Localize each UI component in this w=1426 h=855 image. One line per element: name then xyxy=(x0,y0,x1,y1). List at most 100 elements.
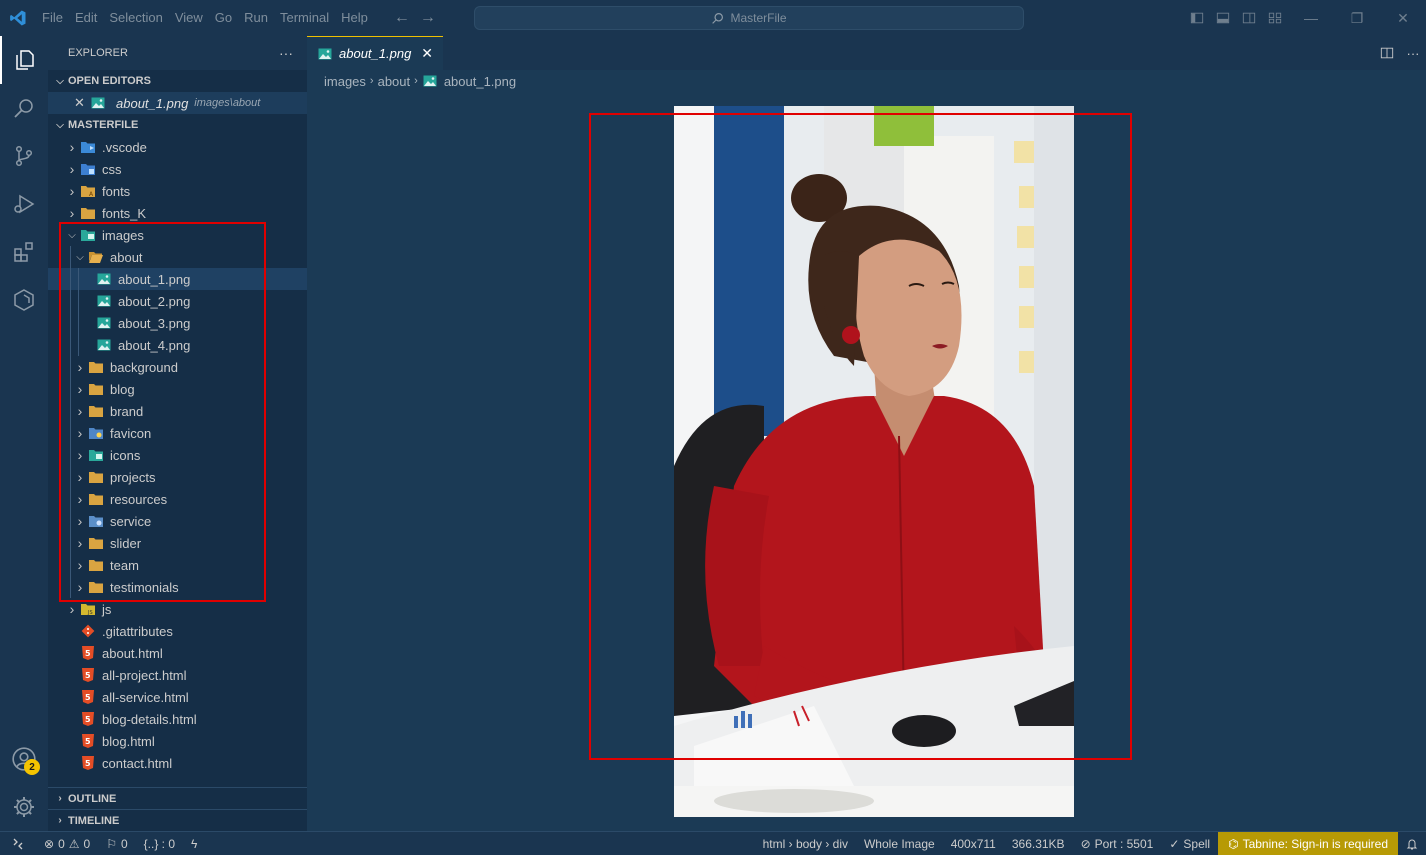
more-editor-actions-icon[interactable]: ··· xyxy=(1400,35,1426,71)
customize-layout-icon[interactable] xyxy=(1262,0,1288,36)
notifications-bell-icon[interactable] xyxy=(1398,832,1426,855)
project-label: MASTERFILE xyxy=(68,119,139,131)
breadcrumb-images[interactable]: images xyxy=(324,74,366,89)
menu-item-go[interactable]: Go xyxy=(209,0,238,36)
folder-css-icon xyxy=(80,161,96,177)
command-center-search[interactable]: MasterFile xyxy=(474,6,1024,30)
menu-item-selection[interactable]: Selection xyxy=(103,0,168,36)
breadcrumb-about[interactable]: about xyxy=(378,74,411,89)
run-debug-icon[interactable] xyxy=(0,180,48,228)
split-editor-icon[interactable] xyxy=(1374,35,1400,71)
menu-item-view[interactable]: View xyxy=(169,0,209,36)
spell-indicator[interactable]: ✓ Spell xyxy=(1161,832,1218,855)
tree-file-item[interactable]: 5 all-service.html xyxy=(48,686,307,708)
outline-section[interactable]: › OUTLINE xyxy=(48,787,307,809)
manage-gear-icon[interactable] xyxy=(0,783,48,831)
tree-file-item[interactable]: 5index-2.html xyxy=(48,774,307,776)
chevron-right-icon: › xyxy=(58,793,62,804)
warning-icon: ⚠ xyxy=(68,836,80,851)
minimize-icon[interactable]: — xyxy=(1288,0,1334,36)
tree-file-item[interactable]: 5 about.html xyxy=(48,642,307,664)
menu-bar: File Edit Selection View Go Run Terminal Help xyxy=(36,0,374,36)
open-editors-label: OPEN EDITORS xyxy=(68,75,151,87)
source-control-icon[interactable] xyxy=(0,132,48,180)
html5-icon: 5 xyxy=(80,755,96,771)
chevron-right-icon: › xyxy=(69,601,75,617)
tree-item-label: .gitattributes xyxy=(102,623,173,639)
folder-icon xyxy=(80,205,96,221)
close-tab-icon[interactable]: ✕ xyxy=(421,45,433,62)
breadcrumb: images › about › about_1.png xyxy=(307,70,1426,92)
tree-folder-item[interactable]: › css xyxy=(48,158,307,180)
menu-item-help[interactable]: Help xyxy=(335,0,374,36)
open-editor-item[interactable]: ✕ about_1.png images\about xyxy=(48,92,307,114)
close-window-icon[interactable]: ✕ xyxy=(1380,0,1426,36)
tree-folder-item[interactable]: › fonts_K xyxy=(48,202,307,224)
html5-icon: 5 xyxy=(80,711,96,727)
ports-indicator[interactable]: ⚐ 0 xyxy=(98,832,135,855)
search-icon[interactable] xyxy=(0,84,48,132)
svg-text:5: 5 xyxy=(85,715,91,724)
extensions-icon[interactable] xyxy=(0,228,48,276)
tree-item-label: css xyxy=(102,161,122,177)
restore-icon[interactable]: ❐ xyxy=(1334,0,1380,36)
explorer-icon[interactable] xyxy=(0,36,48,84)
error-icon: ⊗ xyxy=(44,836,55,851)
svg-text:5: 5 xyxy=(85,649,91,658)
tabnine-text: Tabnine: Sign-in is required xyxy=(1242,837,1388,851)
tree-folder-item[interactable]: › .vscode xyxy=(48,136,307,158)
timeline-section[interactable]: › TIMELINE xyxy=(48,809,307,831)
image-file-icon xyxy=(422,73,438,89)
lightning-icon[interactable]: ϟ xyxy=(183,832,205,855)
open-editor-name: about_1.png xyxy=(116,95,189,111)
tree-file-item[interactable]: 5 contact.html xyxy=(48,752,307,774)
explorer-header: EXPLORER ··· xyxy=(48,36,307,70)
live-server-port[interactable]: ⊘ Port : 5501 xyxy=(1073,832,1162,855)
tree-file-item[interactable]: 5 all-project.html xyxy=(48,664,307,686)
remote-explorer-icon[interactable] xyxy=(0,276,48,324)
search-icon xyxy=(712,12,724,24)
breadcrumb-file[interactable]: about_1.png xyxy=(444,74,516,89)
accounts-icon[interactable]: 2 xyxy=(0,735,48,783)
tree-item-label: js xyxy=(102,601,112,617)
tree-file-item[interactable]: .gitattributes xyxy=(48,620,307,642)
folder-font-icon: A xyxy=(80,183,96,199)
chevron-right-icon: › xyxy=(69,183,75,199)
braces-indicator[interactable]: {..} : 0 xyxy=(136,832,183,855)
menu-item-file[interactable]: File xyxy=(36,0,69,36)
masterfile-section[interactable]: ⌵ MASTERFILE xyxy=(48,114,307,136)
tabnine-status[interactable]: ⌬ Tabnine: Sign-in is required xyxy=(1218,832,1398,855)
tree-item-label: blog.html xyxy=(102,733,155,749)
menu-item-edit[interactable]: Edit xyxy=(69,0,103,36)
menu-item-terminal[interactable]: Terminal xyxy=(274,0,335,36)
svg-text:5: 5 xyxy=(85,693,91,702)
forward-arrow-icon[interactable]: → xyxy=(420,9,436,27)
toggle-secondary-sidebar-icon[interactable] xyxy=(1236,0,1262,36)
back-arrow-icon[interactable]: ← xyxy=(394,9,410,27)
tree-item-label: all-project.html xyxy=(102,667,187,683)
open-editors-section[interactable]: ⌵ OPEN EDITORS xyxy=(48,70,307,92)
timeline-label: TIMELINE xyxy=(68,814,120,827)
tree-file-item[interactable]: 5 blog-details.html xyxy=(48,708,307,730)
no-entry-icon: ⊘ xyxy=(1080,837,1091,851)
remote-indicator-icon[interactable] xyxy=(0,832,36,855)
svg-text:5: 5 xyxy=(85,759,91,768)
tree-folder-item[interactable]: › Afonts xyxy=(48,180,307,202)
svg-text:5: 5 xyxy=(85,737,91,746)
open-editor-path: images\about xyxy=(194,97,261,109)
close-editor-icon[interactable]: ✕ xyxy=(74,95,90,111)
element-path[interactable]: html › body › div xyxy=(755,832,856,855)
tab-about-1-png[interactable]: about_1.png ✕ xyxy=(307,36,444,70)
more-actions-icon[interactable]: ··· xyxy=(279,45,293,61)
html5-icon: 5 xyxy=(80,667,96,683)
git-icon xyxy=(80,623,96,639)
chevron-right-icon: › xyxy=(414,75,418,87)
whole-image-zoom[interactable]: Whole Image xyxy=(856,832,943,855)
toggle-panel-icon[interactable] xyxy=(1210,0,1236,36)
tree-item-label: about.html xyxy=(102,645,163,661)
menu-item-run[interactable]: Run xyxy=(238,0,274,36)
problems-indicator[interactable]: ⊗ 0 ⚠ 0 xyxy=(36,832,98,855)
chevron-down-icon: ⌵ xyxy=(56,119,64,131)
tree-file-item[interactable]: 5 blog.html xyxy=(48,730,307,752)
toggle-primary-sidebar-icon[interactable] xyxy=(1184,0,1210,36)
